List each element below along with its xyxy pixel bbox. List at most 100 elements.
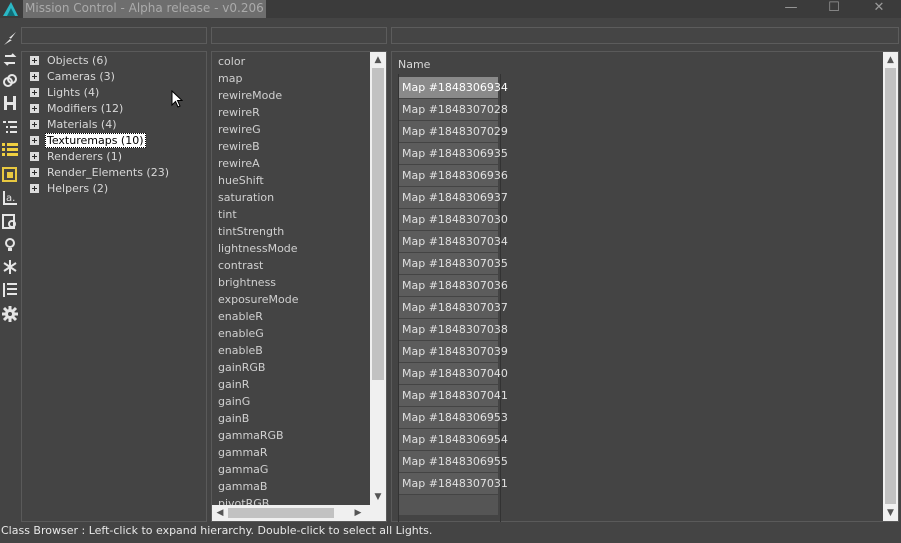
list-item[interactable]: Map #1848307039 (399, 341, 508, 362)
scroll-up-arrow-icon[interactable]: ▲ (883, 53, 898, 67)
property-horizontal-scrollbar[interactable]: ◀ ▶ (212, 505, 386, 521)
tree-filter-input[interactable] (21, 27, 207, 44)
list-item[interactable]: Map #1848307038 (399, 319, 508, 340)
list-item[interactable]: saturation (218, 189, 274, 206)
list-item[interactable]: Map #1848306937 (399, 187, 508, 208)
list-item[interactable]: hueShift (218, 172, 264, 189)
tree-item-label: Materials (4) (47, 118, 117, 131)
sort-list-icon[interactable] (1, 281, 19, 299)
property-vertical-scrollbar[interactable]: ▲ ▼ (370, 52, 386, 505)
list-item[interactable]: Map #1848307040 (399, 363, 508, 384)
expand-icon[interactable] (30, 120, 39, 129)
tree-item-helpers[interactable]: Helpers (2) (30, 182, 110, 198)
scroll-up-arrow-icon[interactable]: ▲ (370, 53, 386, 67)
search-doc-icon[interactable] (1, 213, 19, 231)
list-item[interactable]: tintStrength (218, 223, 284, 240)
list-icon[interactable] (1, 141, 19, 159)
list-item[interactable]: gainB (218, 410, 249, 427)
bulb-icon[interactable] (1, 236, 19, 254)
tree-item-render-elements[interactable]: Render_Elements (23) (30, 166, 171, 182)
list-item[interactable]: rewireG (218, 121, 261, 138)
close-button[interactable]: ✕ (864, 0, 894, 18)
expand-icon[interactable] (30, 168, 39, 177)
tree-item-cameras[interactable]: Cameras (3) (30, 70, 117, 86)
list-item[interactable]: color (218, 53, 245, 70)
list-item[interactable]: gammaR (218, 444, 268, 461)
list-item[interactable]: Map #1848306934 (399, 77, 508, 98)
list-item[interactable]: Map #1848306955 (399, 451, 508, 472)
scroll-thumb[interactable] (228, 508, 334, 518)
list-item[interactable]: Map #1848307030 (399, 209, 508, 230)
list-item[interactable]: tint (218, 206, 237, 223)
tree-item-label: Cameras (3) (47, 70, 115, 83)
list-item[interactable]: Map #1848306954 (399, 429, 508, 450)
snowflake-icon[interactable] (1, 258, 19, 276)
list-filter-input[interactable] (391, 27, 899, 44)
tree-item-objects[interactable]: Objects (6) (30, 54, 110, 70)
list-item[interactable]: rewireMode (218, 87, 282, 104)
swap-icon[interactable] (1, 51, 19, 69)
column-header-name[interactable]: Name (398, 58, 430, 71)
list-item[interactable]: gammaG (218, 461, 268, 478)
text-a-icon[interactable]: a. (1, 189, 19, 207)
expand-icon[interactable] (30, 72, 39, 81)
expand-icon[interactable] (30, 104, 39, 113)
list-item[interactable]: lightnessMode (218, 240, 298, 257)
list-item[interactable]: contrast (218, 257, 263, 274)
tree-item-modifiers[interactable]: Modifiers (12) (30, 102, 125, 118)
list-item[interactable]: brightness (218, 274, 276, 291)
list-item[interactable]: Map #1848307041 (399, 385, 508, 406)
app-logo-icon (3, 2, 18, 16)
list-item[interactable]: gammaB (218, 478, 267, 495)
indent-list-icon[interactable] (1, 118, 19, 136)
hierarchy-icon[interactable] (1, 94, 19, 112)
list-item[interactable]: Map #1848306935 (399, 143, 508, 164)
link-icon[interactable] (1, 72, 19, 90)
list-vertical-scrollbar[interactable]: ▲ ▼ (883, 52, 898, 521)
list-item[interactable]: Map #1848307028 (399, 99, 508, 120)
scroll-thumb[interactable] (372, 68, 384, 380)
list-item[interactable]: enableB (218, 342, 263, 359)
expand-icon[interactable] (30, 56, 39, 65)
lightning-icon[interactable] (1, 30, 19, 48)
list-item[interactable]: enableG (218, 325, 264, 342)
scroll-down-arrow-icon[interactable]: ▼ (370, 490, 386, 504)
maximize-button[interactable]: ☐ (819, 0, 849, 18)
list-item[interactable]: Map #1848306953 (399, 407, 508, 428)
tree-item-lights[interactable]: Lights (4) (30, 86, 101, 102)
expand-icon[interactable] (30, 88, 39, 97)
list-item[interactable]: gammaRGB (218, 427, 284, 444)
scroll-left-arrow-icon[interactable]: ◀ (214, 506, 226, 520)
expand-icon[interactable] (30, 152, 39, 161)
expand-icon[interactable] (30, 184, 39, 193)
list-item[interactable]: pivotRGB (218, 495, 269, 505)
layer-icon[interactable] (1, 166, 19, 184)
minimize-button[interactable]: — (776, 0, 806, 18)
status-text: Class Browser : Left-click to expand hie… (1, 524, 433, 537)
list-item[interactable]: gainG (218, 393, 250, 410)
list-item[interactable]: Map #1848307036 (399, 275, 508, 296)
scroll-right-arrow-icon[interactable]: ▶ (352, 506, 364, 520)
tree-item-materials[interactable]: Materials (4) (30, 118, 119, 134)
property-filter-input[interactable] (211, 27, 387, 44)
list-item[interactable]: gainR (218, 376, 249, 393)
list-item[interactable]: rewireR (218, 104, 260, 121)
list-item[interactable]: rewireA (218, 155, 260, 172)
list-item[interactable]: enableR (218, 308, 263, 325)
list-item[interactable]: Map #1848307031 (399, 473, 508, 494)
tree-item-texturemaps[interactable]: Texturemaps (10) (30, 133, 146, 150)
list-item[interactable]: map (218, 70, 242, 87)
gear-icon[interactable] (1, 305, 19, 323)
list-item[interactable]: Map #1848307029 (399, 121, 508, 142)
expand-icon[interactable] (30, 136, 39, 145)
scroll-down-arrow-icon[interactable]: ▼ (883, 506, 898, 520)
list-item[interactable]: rewireB (218, 138, 260, 155)
list-item[interactable]: exposureMode (218, 291, 299, 308)
list-item[interactable]: Map #1848307034 (399, 231, 508, 252)
list-item[interactable]: Map #1848306936 (399, 165, 508, 186)
scroll-thumb[interactable] (885, 68, 896, 504)
list-item[interactable]: Map #1848307035 (399, 253, 508, 274)
list-item[interactable]: gainRGB (218, 359, 265, 376)
list-item[interactable]: Map #1848307037 (399, 297, 508, 318)
tree-item-renderers[interactable]: Renderers (1) (30, 150, 124, 166)
